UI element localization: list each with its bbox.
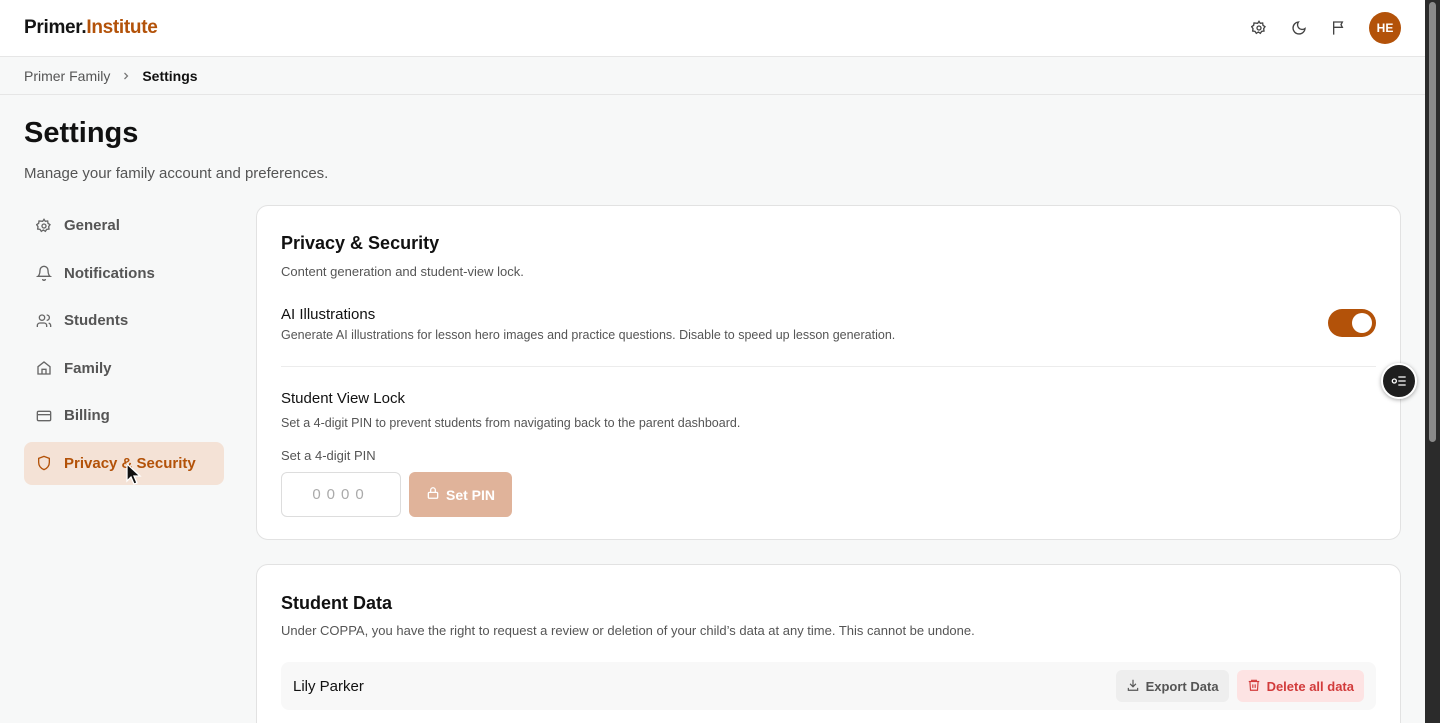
- card-title: Student Data: [281, 593, 393, 613]
- ai-illustrations-description: Generate AI illustrations for lesson her…: [281, 328, 896, 342]
- student-view-lock-description: Set a 4-digit PIN to prevent students fr…: [281, 416, 741, 430]
- sidebar-item-general[interactable]: General: [24, 204, 224, 247]
- toggle-knob: [1352, 313, 1372, 333]
- flag-icon[interactable]: [1329, 18, 1349, 38]
- logo-accent: Institute: [86, 17, 158, 38]
- delete-all-data-label: Delete all data: [1266, 678, 1354, 694]
- set-pin-label: Set PIN: [445, 486, 495, 503]
- sidebar-item-label: Students: [64, 312, 129, 329]
- sidebar-item-students[interactable]: Students: [24, 299, 224, 342]
- delete-all-data-button[interactable]: Delete all data: [1236, 670, 1364, 702]
- lock-icon: [426, 486, 440, 503]
- student-view-lock-title: Student View Lock: [281, 390, 405, 407]
- pin-input[interactable]: [281, 472, 401, 517]
- pin-label: Set a 4-digit PIN: [281, 448, 376, 463]
- student-name: Lily Parker: [293, 677, 364, 695]
- settings-sidebar: General Notifications Students Family Bi…: [24, 204, 224, 489]
- export-data-button[interactable]: Export Data: [1115, 670, 1229, 702]
- card-description: Content generation and student-view lock…: [281, 264, 524, 279]
- ai-illustrations-title: AI Illustrations: [281, 306, 376, 323]
- card-title: Privacy & Security: [281, 233, 440, 253]
- page-title: Settings: [24, 117, 139, 149]
- page-scrollbar[interactable]: [1425, 0, 1440, 723]
- sidebar-item-label: General: [64, 217, 120, 234]
- top-actions: HE: [1249, 12, 1401, 44]
- student-data-card: Student Data Under COPPA, you have the r…: [256, 564, 1401, 723]
- users-icon: [36, 313, 52, 329]
- download-icon: [1126, 678, 1140, 695]
- sidebar-item-billing[interactable]: Billing: [24, 394, 224, 437]
- avatar[interactable]: HE: [1369, 12, 1401, 44]
- sidebar-item-label: Family: [64, 359, 112, 377]
- breadcrumb-current: Settings: [142, 67, 198, 84]
- sidebar-item-notifications[interactable]: Notifications: [24, 252, 224, 295]
- bell-icon: [36, 265, 52, 281]
- sidebar-item-family[interactable]: Family: [24, 347, 224, 390]
- sidebar-item-label: Notifications: [64, 264, 155, 282]
- gear-icon: [36, 217, 52, 234]
- logo[interactable]: Primer.Institute: [24, 17, 158, 39]
- divider: [281, 366, 1376, 367]
- chevron-right-icon: [120, 70, 132, 82]
- card-description: Under COPPA, you have the right to reque…: [281, 623, 975, 638]
- scrollbar-thumb[interactable]: [1429, 2, 1436, 442]
- sidebar-item-label: Billing: [64, 407, 110, 424]
- trash-icon: [1247, 678, 1261, 695]
- top-bar: Primer.Institute HE: [0, 0, 1425, 57]
- sidebar-item-privacy-security[interactable]: Privacy & Security: [24, 441, 224, 485]
- student-row: Lily Parker Export Data Delete all data: [281, 662, 1376, 710]
- export-data-label: Export Data: [1145, 678, 1219, 694]
- ai-illustrations-toggle[interactable]: [1328, 309, 1376, 337]
- breadcrumb-parent[interactable]: Primer Family: [24, 68, 110, 84]
- cursor-icon: [126, 462, 142, 485]
- settings-icon[interactable]: [1249, 18, 1269, 38]
- breadcrumb: Primer Family Settings: [0, 57, 1425, 95]
- privacy-security-card: Privacy & Security Content generation an…: [256, 205, 1401, 540]
- row-actions: Export Data Delete all data: [1115, 670, 1364, 702]
- credit-card-icon: [36, 408, 52, 424]
- logo-primary: Primer.: [24, 17, 87, 38]
- shield-icon: [36, 455, 52, 471]
- home-icon: [36, 360, 52, 376]
- page-subtitle: Manage your family account and preferenc…: [24, 165, 329, 182]
- task-list-icon[interactable]: [1381, 363, 1417, 399]
- set-pin-button[interactable]: Set PIN: [409, 472, 512, 517]
- moon-icon[interactable]: [1289, 18, 1309, 38]
